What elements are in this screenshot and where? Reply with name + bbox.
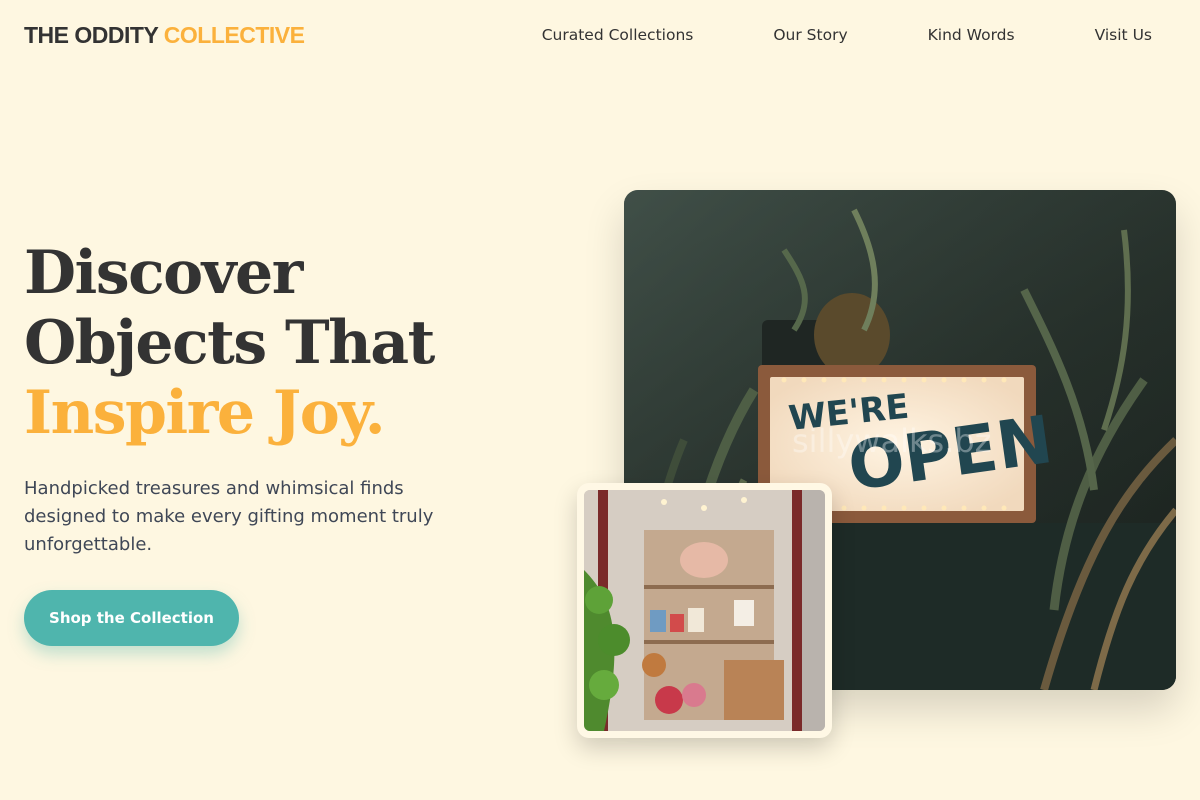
nav-our-story[interactable]: Our Story (773, 26, 847, 44)
hero-title-line-1: Discover (24, 238, 303, 308)
shop-interior-image (584, 490, 825, 731)
nav-kind-words[interactable]: Kind Words (928, 26, 1015, 44)
shop-interior-photo (577, 483, 832, 738)
hero-subtitle: Handpicked treasures and whimsical finds… (24, 478, 434, 555)
nav-curated-collections[interactable]: Curated Collections (542, 26, 694, 44)
watermark-text: sillywalks.bz (792, 422, 991, 460)
nav-visit-us[interactable]: Visit Us (1095, 26, 1152, 44)
brand-name: THE ODDITY (24, 22, 158, 48)
brand-logo[interactable]: THE ODDITY COLLECTIVE (24, 22, 305, 49)
shop-collection-button[interactable]: Shop the Collection (24, 590, 239, 646)
hero-title-accent: Inspire Joy. (24, 378, 386, 448)
hero-title-line-2: Objects That (24, 308, 435, 378)
main-nav: Curated Collections Our Story Kind Words… (542, 26, 1152, 44)
shop-interior-illustration (584, 490, 825, 731)
page: THE ODDITY COLLECTIVE Curated Collection… (0, 0, 1200, 800)
brand-name-accent: COLLECTIVE (163, 22, 305, 48)
hero-title: Discover Objects That Inspire Joy. (24, 238, 435, 448)
